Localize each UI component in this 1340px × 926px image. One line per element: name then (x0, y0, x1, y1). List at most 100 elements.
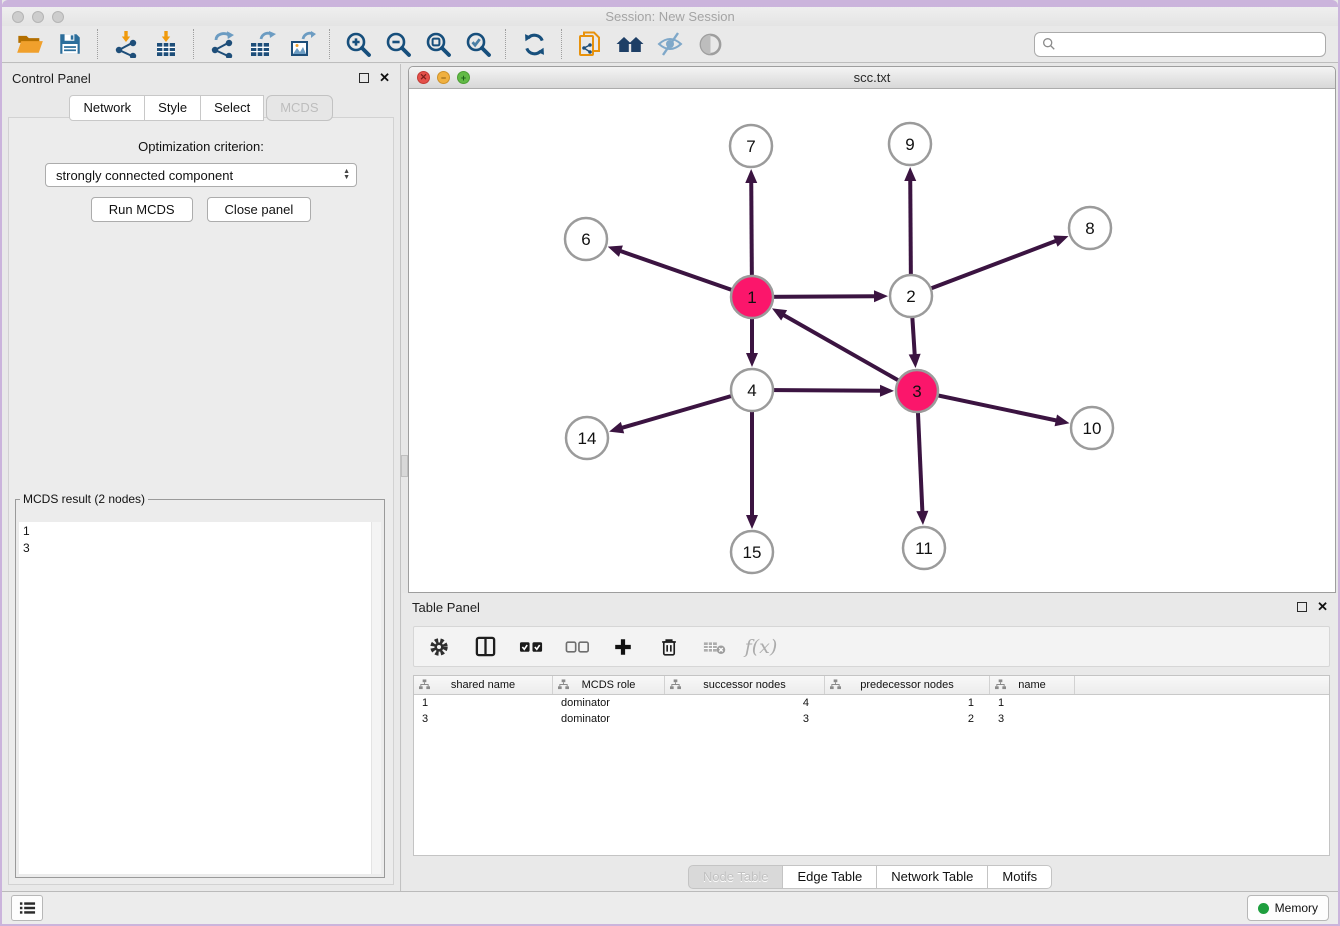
float-panel-icon[interactable] (359, 73, 369, 83)
select-all-checkboxes-icon[interactable] (518, 634, 544, 660)
zoom-selected-icon[interactable] (463, 29, 493, 59)
export-network-icon[interactable] (207, 29, 237, 59)
main-toolbar (2, 26, 1338, 63)
table-settings-icon[interactable] (426, 634, 452, 660)
table-cell[interactable]: 2 (825, 711, 990, 727)
table-cell[interactable]: 4 (665, 695, 825, 711)
chevron-updown-icon: ▲▼ (343, 169, 350, 181)
graph-node-4[interactable]: 4 (731, 369, 773, 411)
network-minimize-icon[interactable]: − (437, 71, 450, 84)
svg-text:6: 6 (581, 230, 590, 249)
tab-style[interactable]: Style (145, 95, 201, 121)
close-panel-icon[interactable]: ✕ (379, 73, 390, 83)
table-cell[interactable]: 1 (414, 695, 553, 711)
control-panel-title: Control Panel (12, 71, 91, 86)
tab-mcds[interactable]: MCDS (266, 95, 332, 121)
network-window-titlebar[interactable]: ✕ − + scc.txt (409, 67, 1335, 89)
vertical-splitter-handle[interactable] (401, 455, 408, 477)
table-cell[interactable]: 1 (990, 695, 1075, 711)
table-row[interactable]: 1dominator411 (414, 695, 1329, 711)
save-session-icon[interactable] (55, 29, 85, 59)
home-layout-icon[interactable] (615, 29, 645, 59)
optimization-criterion-select[interactable]: strongly connected component ▲▼ (45, 163, 357, 187)
network-graph[interactable]: 7 9 6 8 1 2 4 3 14 10 15 11 (409, 88, 1335, 592)
network-canvas[interactable]: 7 9 6 8 1 2 4 3 14 10 15 11 (409, 88, 1335, 592)
dropdown-value: strongly connected component (56, 168, 233, 183)
column-header-predecessor-nodes[interactable]: predecessor nodes (825, 676, 990, 694)
list-icon (19, 901, 36, 915)
table-cell[interactable]: dominator (553, 695, 665, 711)
graph-edge-arrowhead (1055, 414, 1070, 426)
tab-network[interactable]: Network (69, 95, 145, 121)
function-builder-icon[interactable]: f(x) (748, 634, 774, 660)
result-scrollbar[interactable] (371, 522, 381, 874)
graph-edge-arrowhead (1053, 236, 1068, 247)
column-header-name[interactable]: name (990, 676, 1075, 694)
split-columns-icon[interactable] (472, 634, 498, 660)
table-cell[interactable]: 3 (414, 711, 553, 727)
app-titlebar: Session: New Session (2, 7, 1338, 26)
graph-node-6[interactable]: 6 (565, 218, 607, 260)
birdseye-view-icon[interactable] (695, 29, 725, 59)
network-close-icon[interactable]: ✕ (417, 71, 430, 84)
float-table-panel-icon[interactable] (1297, 602, 1307, 612)
close-panel-button[interactable]: Close panel (207, 197, 312, 222)
import-network-icon[interactable] (111, 29, 141, 59)
graph-node-2[interactable]: 2 (890, 275, 932, 317)
add-row-icon[interactable] (610, 634, 636, 660)
toolbar-separator (561, 29, 563, 59)
delete-column-icon[interactable] (702, 634, 728, 660)
graph-edge-arrowhead (745, 169, 757, 183)
run-mcds-button[interactable]: Run MCDS (91, 197, 193, 222)
tab-node-table[interactable]: Node Table (688, 865, 784, 889)
zoom-in-icon[interactable] (343, 29, 373, 59)
tab-network-table[interactable]: Network Table (877, 865, 988, 889)
table-cell[interactable]: 1 (825, 695, 990, 711)
graph-node-8[interactable]: 8 (1069, 207, 1111, 249)
export-table-icon[interactable] (247, 29, 277, 59)
table-cell[interactable]: 3 (990, 711, 1075, 727)
table-cell[interactable]: 3 (665, 711, 825, 727)
graph-node-1[interactable]: 1 (731, 276, 773, 318)
memory-button[interactable]: Memory (1247, 895, 1329, 921)
open-file-icon[interactable] (15, 29, 45, 59)
tab-edge-table[interactable]: Edge Table (783, 865, 877, 889)
traffic-light-close[interactable] (12, 11, 24, 23)
close-table-panel-icon[interactable]: ✕ (1317, 602, 1328, 612)
column-header-successor-nodes[interactable]: successor nodes (665, 676, 825, 694)
search-input[interactable] (1061, 33, 1325, 55)
traffic-light-zoom[interactable] (52, 11, 64, 23)
search-box[interactable] (1034, 32, 1326, 57)
tab-motifs[interactable]: Motifs (988, 865, 1052, 889)
refresh-icon[interactable] (519, 29, 549, 59)
graph-edge-3-1[interactable] (782, 314, 917, 391)
delete-rows-icon[interactable] (656, 634, 682, 660)
graph-edge-2-8[interactable] (911, 240, 1057, 296)
graph-node-9[interactable]: 9 (889, 123, 931, 165)
svg-text:8: 8 (1085, 219, 1094, 238)
export-image-icon[interactable] (287, 29, 317, 59)
deselect-all-checkboxes-icon[interactable] (564, 634, 590, 660)
graph-node-15[interactable]: 15 (731, 531, 773, 573)
graph-node-7[interactable]: 7 (730, 125, 772, 167)
mcds-result-textarea[interactable]: 1 3 (19, 522, 381, 874)
network-maximize-icon[interactable]: + (457, 71, 470, 84)
graph-node-10[interactable]: 10 (1071, 407, 1113, 449)
traffic-light-minimize[interactable] (32, 11, 44, 23)
graph-edge-arrowhead (746, 515, 758, 529)
table-body: 1dominator4113dominator323 (414, 695, 1329, 727)
tab-select[interactable]: Select (201, 95, 264, 121)
zoom-out-icon[interactable] (383, 29, 413, 59)
column-header-MCDS-role[interactable]: MCDS role (553, 676, 665, 694)
graph-node-3[interactable]: 3 (896, 370, 938, 412)
column-header-shared-name[interactable]: shared name (414, 676, 553, 694)
table-row[interactable]: 3dominator323 (414, 711, 1329, 727)
table-cell[interactable]: dominator (553, 711, 665, 727)
zoom-fit-icon[interactable] (423, 29, 453, 59)
graph-node-11[interactable]: 11 (903, 527, 945, 569)
show-panels-button[interactable] (11, 895, 43, 921)
duplicate-network-icon[interactable] (575, 29, 605, 59)
import-table-icon[interactable] (151, 29, 181, 59)
hide-panel-icon[interactable] (655, 29, 685, 59)
graph-node-14[interactable]: 14 (566, 417, 608, 459)
